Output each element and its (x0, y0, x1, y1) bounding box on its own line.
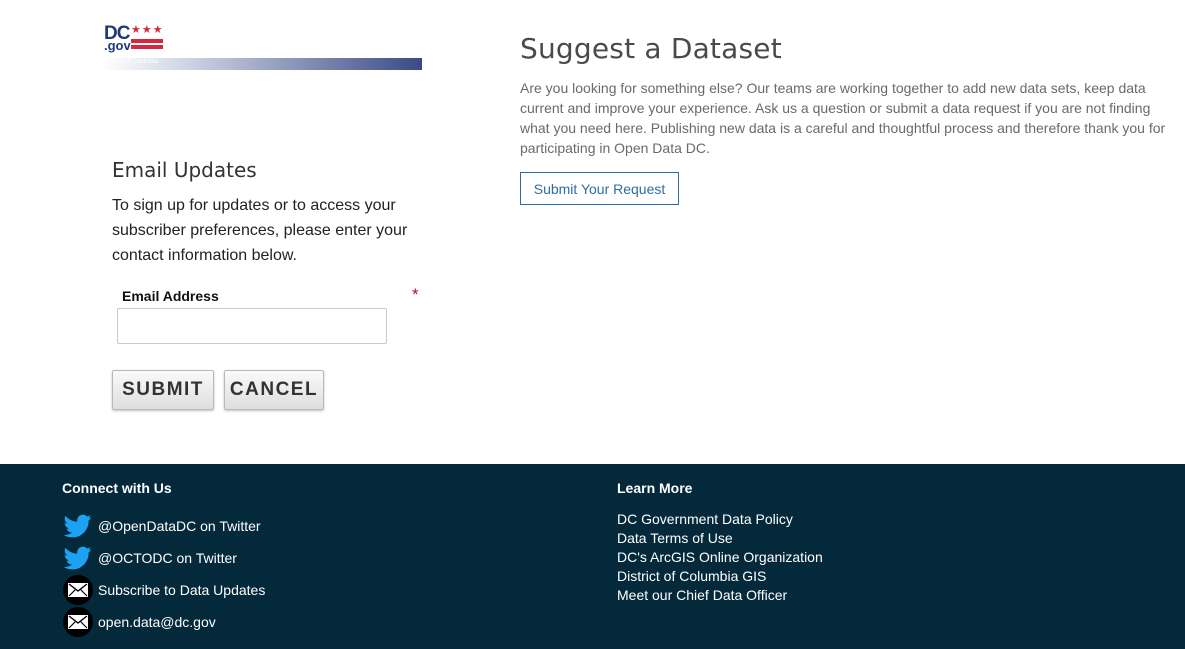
logo-stripe (131, 39, 163, 43)
connect-list: @OpenDataDC on Twitter @OCTODC on Twitte… (62, 510, 265, 638)
connect-label: open.data@dc.gov (98, 614, 216, 630)
mail-icon (62, 606, 94, 638)
learn-link-chief-data-officer[interactable]: Meet our Chief Data Officer (617, 586, 823, 605)
footer: Connect with Us @OpenDataDC on Twitter @… (0, 464, 1185, 649)
learn-more-heading: Learn More (617, 480, 693, 496)
suggest-dataset-section: Suggest a Dataset Are you looking for so… (520, 32, 1175, 158)
connect-label: Subscribe to Data Updates (98, 582, 266, 598)
suggest-dataset-title: Suggest a Dataset (520, 32, 782, 65)
logo-gov-text: .gov (104, 38, 131, 53)
required-asterisk: * (412, 285, 419, 304)
logo-stripe (131, 45, 163, 49)
connect-label: @OpenDataDC on Twitter (98, 518, 261, 534)
logo-subtitle: District of Columbia (106, 59, 159, 65)
email-address-label: Email Address (122, 288, 219, 304)
email-updates-description: To sign up for updates or to access your… (112, 197, 408, 264)
learn-more-list: DC Government Data Policy Data Terms of … (617, 510, 823, 605)
email-updates-section: Email Updates To sign up for updates or … (112, 158, 432, 268)
email-address-input[interactable] (117, 308, 387, 344)
learn-link-arcgis-org[interactable]: DC's ArcGIS Online Organization (617, 548, 823, 567)
suggest-dataset-description: Are you looking for something else? Our … (520, 80, 1166, 156)
connect-item-twitter-opendatadc[interactable]: @OpenDataDC on Twitter (62, 510, 265, 542)
learn-link-data-policy[interactable]: DC Government Data Policy (617, 510, 823, 529)
connect-item-twitter-octodc[interactable]: @OCTODC on Twitter (62, 542, 265, 574)
learn-link-terms-of-use[interactable]: Data Terms of Use (617, 529, 823, 548)
connect-column: Connect with Us @OpenDataDC on Twitter @… (62, 480, 265, 638)
cancel-button[interactable]: CANCEL (224, 370, 324, 410)
submit-button[interactable]: SUBMIT (112, 370, 214, 410)
twitter-icon (62, 510, 94, 542)
learn-more-column: Learn More DC Government Data Policy Dat… (617, 480, 823, 605)
connect-item-email[interactable]: open.data@dc.gov (62, 606, 265, 638)
email-updates-heading: Email Updates (112, 158, 257, 182)
learn-link-dc-gis[interactable]: District of Columbia GIS (617, 567, 823, 586)
logo-banner: District of Columbia (102, 58, 422, 70)
mail-icon (62, 574, 94, 606)
twitter-icon (62, 542, 94, 574)
dc-gov-logo[interactable]: DC .gov ★★★ District of Columbia (102, 24, 422, 70)
connect-label: @OCTODC on Twitter (98, 550, 237, 566)
submit-request-button[interactable]: Submit Your Request (520, 172, 679, 205)
connect-heading: Connect with Us (62, 480, 172, 496)
logo-stars: ★★★ (131, 24, 164, 36)
connect-item-subscribe[interactable]: Subscribe to Data Updates (62, 574, 265, 606)
